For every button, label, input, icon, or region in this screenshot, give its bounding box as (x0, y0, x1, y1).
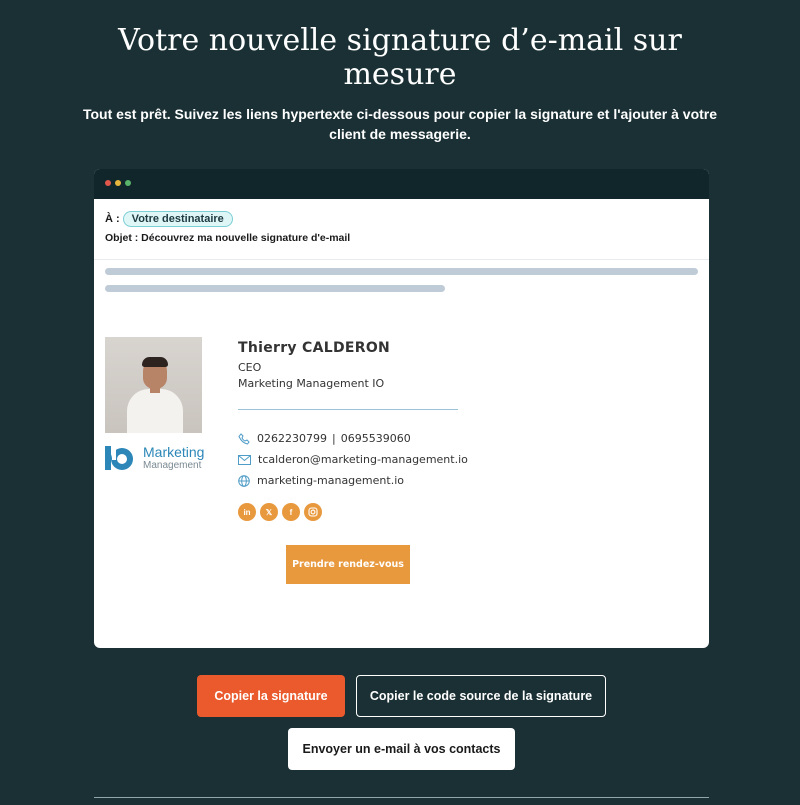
phone-row: 0262230799 | 0695539060 (238, 432, 411, 445)
copy-source-code-button[interactable]: Copier le code source de la signature (356, 675, 606, 717)
facebook-icon[interactable]: f (282, 503, 300, 521)
window-titlebar (94, 169, 709, 199)
logo-text-primary: Marketing (143, 444, 205, 460)
profile-photo (105, 337, 202, 433)
send-email-button[interactable]: Envoyer un e-mail à vos contacts (288, 728, 515, 770)
globe-icon (238, 474, 250, 487)
signature-website-link[interactable]: marketing-management.io (257, 474, 404, 487)
social-links: in 𝕏 f (238, 503, 322, 521)
logo-mark-icon (105, 446, 133, 470)
email-subject: Objet : Découvrez ma nouvelle signature … (105, 232, 351, 244)
email-preview-window: À : Votre destinataire Objet : Découvrez… (94, 169, 709, 648)
footer-divider (94, 797, 709, 798)
phone-separator: | (332, 432, 336, 445)
linkedin-icon[interactable]: in (238, 503, 256, 521)
website-row: marketing-management.io (238, 474, 404, 487)
logo-text-secondary: Management (143, 460, 202, 471)
body-placeholder-line (105, 268, 698, 275)
email-row: tcalderon@marketing-management.io (238, 453, 468, 466)
page-title: Votre nouvelle signature d’e-mail sur me… (118, 23, 682, 92)
body-placeholder-line (105, 285, 445, 292)
recipient-pill: Votre destinataire (122, 211, 233, 227)
recipient-row: À : Votre destinataire (105, 210, 350, 228)
page-subtitle: Tout est prêt. Suivez les liens hypertex… (82, 106, 718, 142)
window-close-dot (105, 180, 111, 186)
copy-signature-button[interactable]: Copier la signature (197, 675, 345, 717)
company-logo: Marketing Management (105, 444, 205, 474)
x-icon[interactable]: 𝕏 (260, 503, 278, 521)
mail-icon (238, 454, 251, 465)
signature-email-link[interactable]: tcalderon@marketing-management.io (258, 453, 468, 466)
header-divider (94, 259, 709, 260)
email-header: À : Votre destinataire Objet : Découvrez… (105, 210, 350, 244)
phone-primary[interactable]: 0262230799 (257, 432, 327, 445)
window-maximize-dot (125, 180, 131, 186)
phone-secondary[interactable]: 0695539060 (341, 432, 411, 445)
instagram-icon[interactable] (304, 503, 322, 521)
signature-divider (238, 409, 458, 410)
signature-role: CEO (238, 361, 262, 374)
signature-company: Marketing Management IO (238, 377, 385, 390)
signature-name: Thierry CALDERON (238, 340, 391, 356)
to-label: À : (105, 213, 120, 225)
window-minimize-dot (115, 180, 121, 186)
book-meeting-button[interactable]: Prendre rendez-vous (286, 545, 410, 584)
phone-icon (238, 432, 250, 445)
